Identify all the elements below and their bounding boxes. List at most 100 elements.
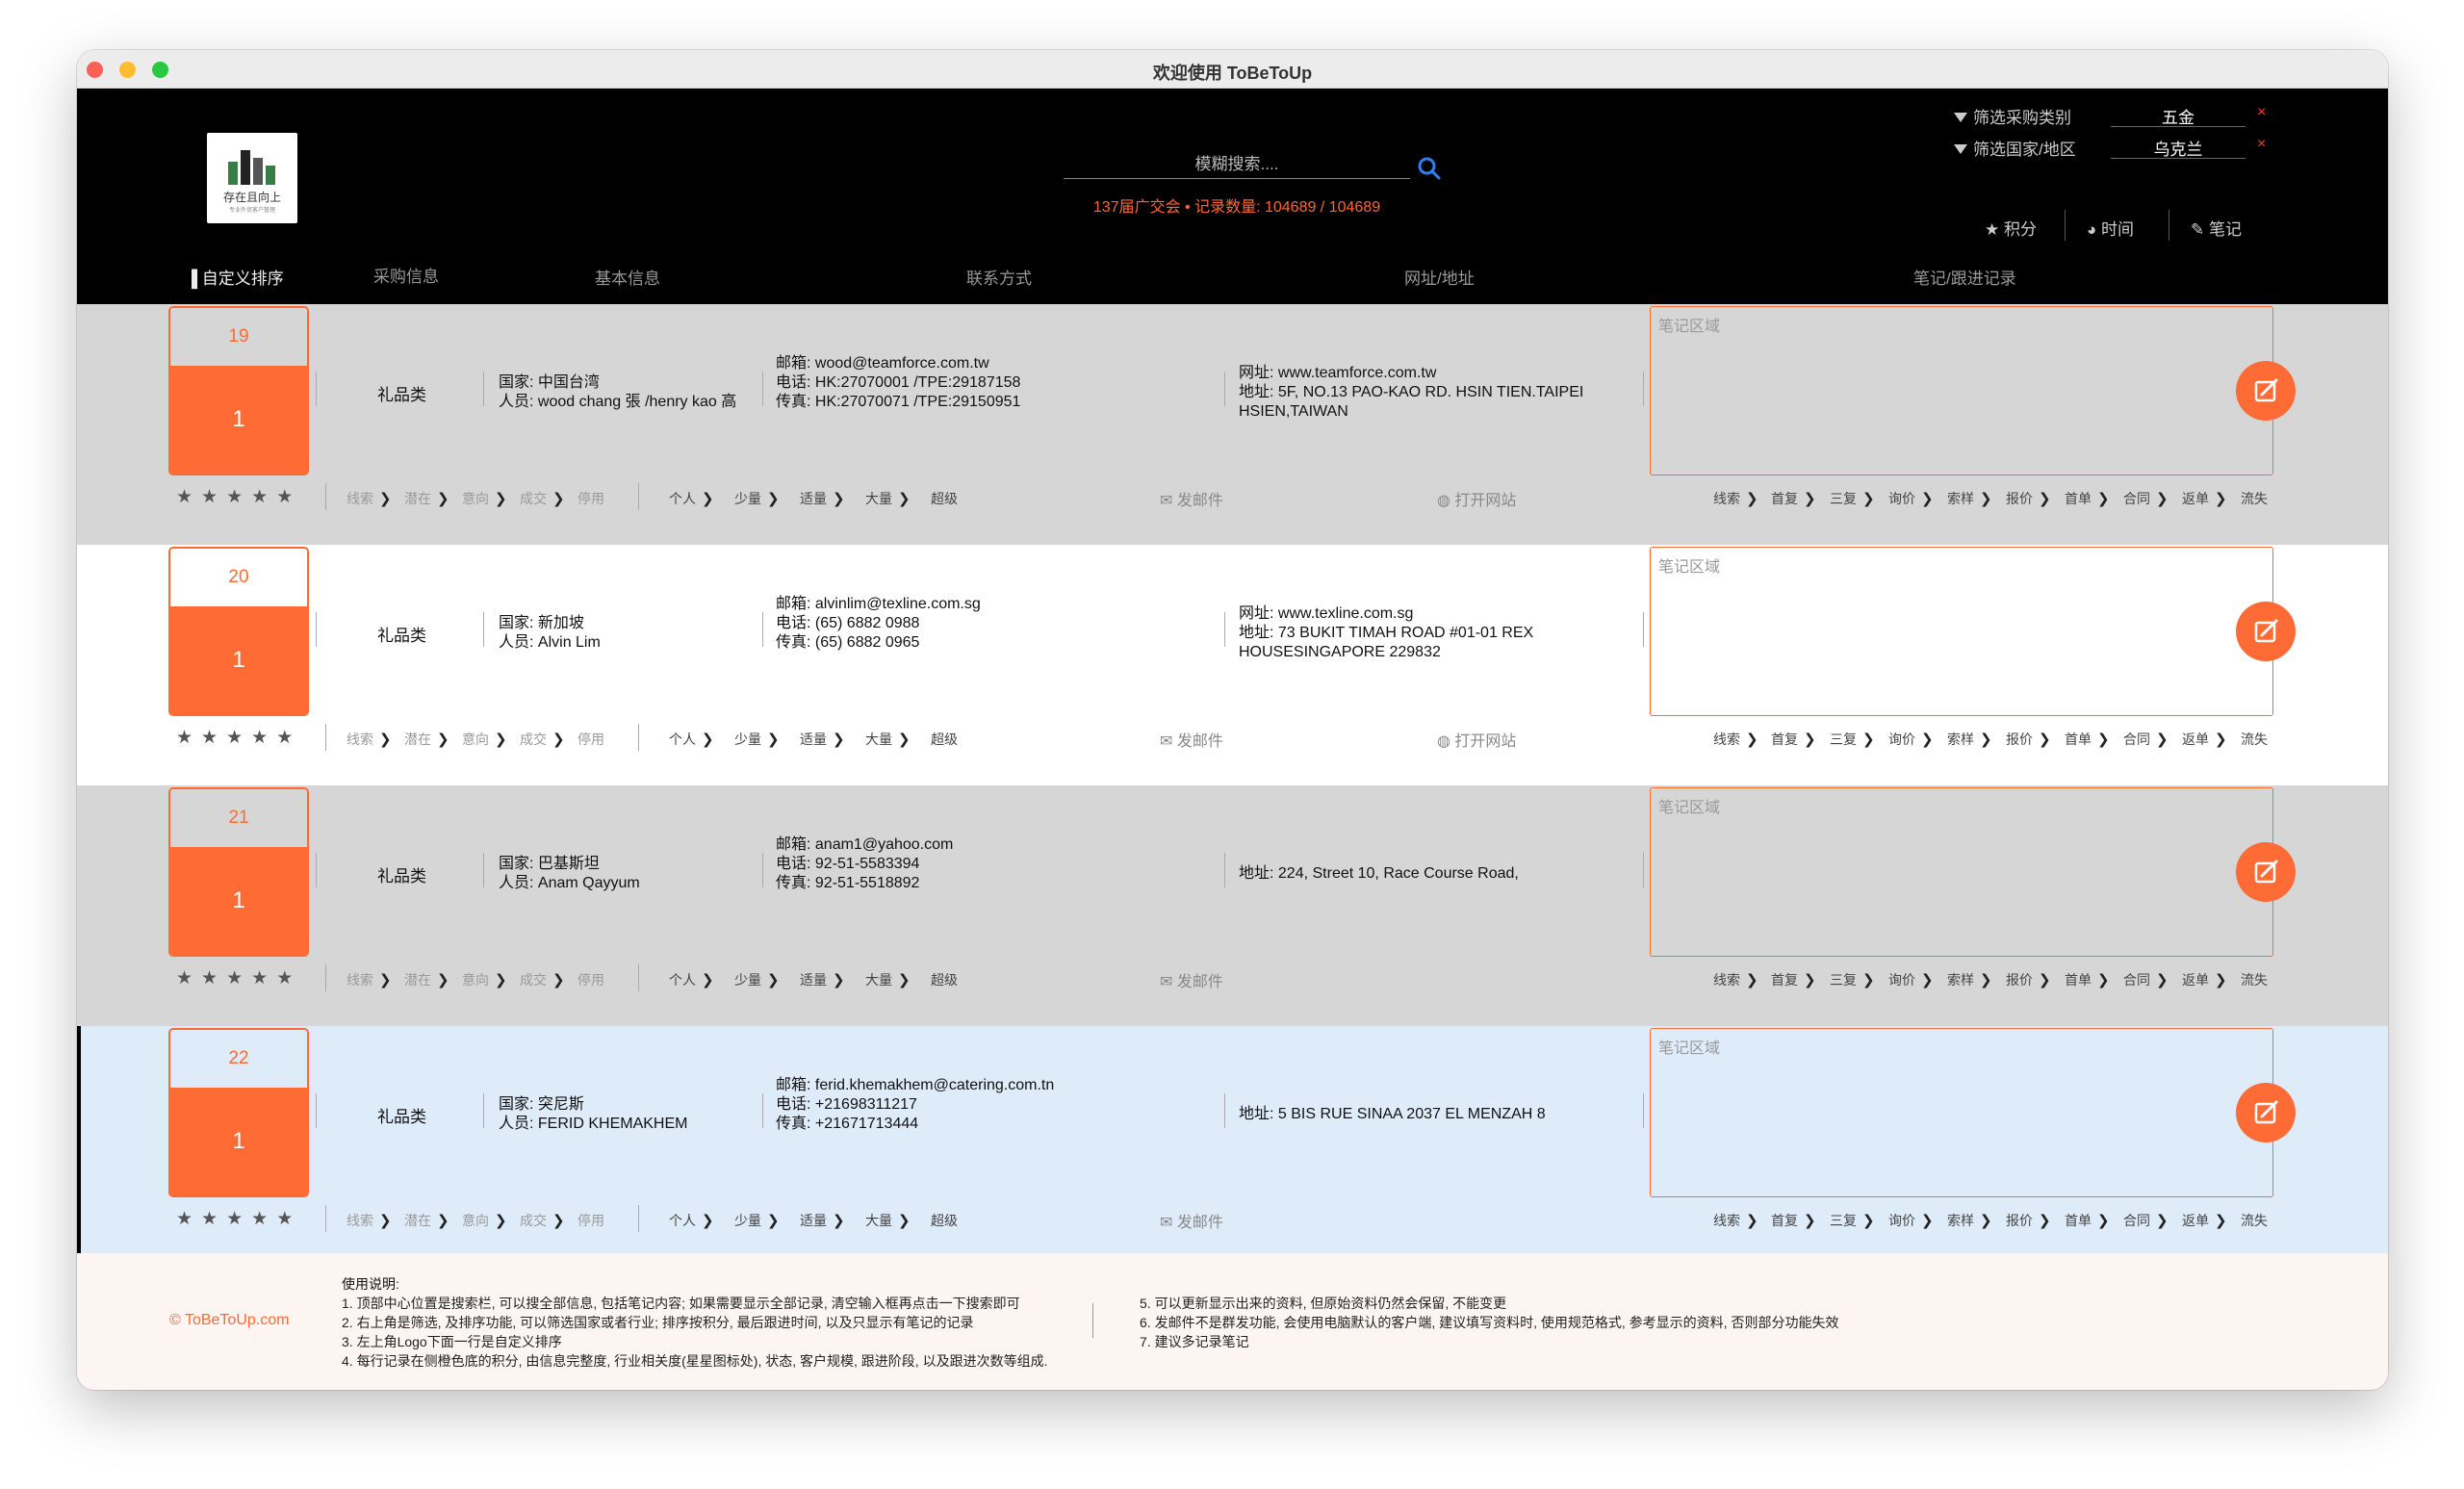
rating-stars[interactable]: ★ ★ ★ ★ ★ <box>176 967 301 989</box>
size-chip[interactable]: 大量 ❯ <box>865 1211 911 1230</box>
followup-chip[interactable]: 线索 ❯ <box>1713 489 1758 508</box>
notes-area[interactable] <box>1650 1028 2273 1197</box>
notes-area[interactable] <box>1650 547 2273 716</box>
followup-chip[interactable]: 三复 ❯ <box>1830 730 1875 749</box>
notes-area[interactable] <box>1650 787 2273 957</box>
stage-chip[interactable]: 成交 ❯ <box>520 1211 565 1230</box>
stage-chip[interactable]: 意向 ❯ <box>462 489 507 508</box>
stage-chip[interactable]: 意向 ❯ <box>462 970 507 989</box>
notes-input[interactable] <box>1651 548 2272 715</box>
notes-input[interactable] <box>1651 788 2272 956</box>
followup-chip[interactable]: 首单 ❯ <box>2065 1211 2110 1230</box>
open-website-button[interactable]: ◍ 打开网站 <box>1437 487 1516 510</box>
followup-chip[interactable]: 索样 ❯ <box>1947 970 1992 989</box>
followup-chip[interactable]: 返单 ❯ <box>2182 489 2227 508</box>
followup-chip[interactable]: 索样 ❯ <box>1947 1211 1992 1230</box>
filter-country-value[interactable]: 乌克兰 <box>2111 136 2246 159</box>
size-chip[interactable]: 超级 <box>931 730 958 749</box>
edit-record-button[interactable] <box>2236 1083 2296 1142</box>
rating-stars[interactable]: ★ ★ ★ ★ ★ <box>176 1208 301 1230</box>
followup-chip[interactable]: 首复 ❯ <box>1771 970 1816 989</box>
stage-chip[interactable]: 成交 ❯ <box>520 970 565 989</box>
stage-chip[interactable]: 停用 <box>578 730 604 749</box>
size-chip[interactable]: 少量 ❯ <box>734 489 780 508</box>
stage-chip[interactable]: 线索 ❯ <box>346 730 392 749</box>
score-card[interactable]: 20 1 <box>168 547 309 716</box>
stage-chip[interactable]: 线索 ❯ <box>346 489 392 508</box>
edit-record-button[interactable] <box>2236 361 2296 421</box>
size-chip[interactable]: 个人 ❯ <box>669 970 714 989</box>
size-chip[interactable]: 大量 ❯ <box>865 730 911 749</box>
open-website-button[interactable]: ◍ 打开网站 <box>1437 728 1516 751</box>
search-input[interactable] <box>1064 150 1410 178</box>
followup-chip[interactable]: 线索 ❯ <box>1713 1211 1758 1230</box>
followup-chip[interactable]: 报价 ❯ <box>2006 730 2051 749</box>
notes-input[interactable] <box>1651 307 2272 475</box>
column-custom-sort[interactable]: ▐ 自定义排序 <box>186 265 284 289</box>
size-chip[interactable]: 大量 ❯ <box>865 489 911 508</box>
size-chip[interactable]: 适量 ❯ <box>800 1211 845 1230</box>
stage-chip[interactable]: 线索 ❯ <box>346 1211 392 1230</box>
followup-chip[interactable]: 索样 ❯ <box>1947 489 1992 508</box>
stage-chip[interactable]: 潜在 ❯ <box>404 730 449 749</box>
edit-record-button[interactable] <box>2236 842 2296 902</box>
score-card[interactable]: 21 1 <box>168 787 309 957</box>
record-row[interactable]: 19 1 礼品类 国家: 中国台湾 人员: wood chang 張 /henr… <box>77 304 2388 545</box>
followup-chip[interactable]: 线索 ❯ <box>1713 730 1758 749</box>
followup-chip[interactable]: 流失 <box>2241 489 2268 508</box>
filter-category[interactable]: 筛选采购类别 五金 × <box>1954 104 2266 127</box>
followup-chip[interactable]: 报价 ❯ <box>2006 489 2051 508</box>
stage-chip[interactable]: 潜在 ❯ <box>404 970 449 989</box>
stage-chip[interactable]: 停用 <box>578 489 604 508</box>
followup-chip[interactable]: 返单 ❯ <box>2182 730 2227 749</box>
followup-chip[interactable]: 三复 ❯ <box>1830 489 1875 508</box>
followup-chip[interactable]: 流失 <box>2241 1211 2268 1230</box>
record-row-selected[interactable]: 22 1 礼品类 国家: 突尼斯 人员: FERID KHEMAKHEM 邮箱:… <box>77 1026 2388 1267</box>
notes-input[interactable] <box>1651 1029 2272 1196</box>
size-chip[interactable]: 适量 ❯ <box>800 730 845 749</box>
followup-chip[interactable]: 报价 ❯ <box>2006 1211 2051 1230</box>
sort-score-button[interactable]: ★ 积分 <box>1985 216 2037 240</box>
stage-chip[interactable]: 成交 ❯ <box>520 489 565 508</box>
size-chip[interactable]: 个人 ❯ <box>669 489 714 508</box>
size-chip[interactable]: 少量 ❯ <box>734 970 780 989</box>
stage-chip[interactable]: 停用 <box>578 1211 604 1230</box>
stage-chip[interactable]: 成交 ❯ <box>520 730 565 749</box>
edit-record-button[interactable] <box>2236 602 2296 661</box>
size-chip[interactable]: 超级 <box>931 970 958 989</box>
filter-country[interactable]: 筛选国家/地区 乌克兰 × <box>1954 136 2266 159</box>
size-chip[interactable]: 超级 <box>931 489 958 508</box>
notes-area[interactable] <box>1650 306 2273 475</box>
score-card[interactable]: 19 1 <box>168 306 309 475</box>
followup-chip[interactable]: 首单 ❯ <box>2065 489 2110 508</box>
stage-chip[interactable]: 意向 ❯ <box>462 1211 507 1230</box>
record-row[interactable]: 20 1 礼品类 国家: 新加坡 人员: Alvin Lim 邮箱: alvin… <box>77 545 2388 785</box>
filter-country-clear-icon[interactable]: × <box>2257 136 2266 153</box>
filter-category-clear-icon[interactable]: × <box>2257 104 2266 121</box>
followup-chip[interactable]: 返单 ❯ <box>2182 1211 2227 1230</box>
size-chip[interactable]: 大量 ❯ <box>865 970 911 989</box>
size-chip[interactable]: 适量 ❯ <box>800 489 845 508</box>
size-chip[interactable]: 适量 ❯ <box>800 970 845 989</box>
sort-notes-button[interactable]: ✎ 笔记 <box>2191 216 2242 240</box>
followup-chip[interactable]: 合同 ❯ <box>2123 970 2169 989</box>
stage-chip[interactable]: 停用 <box>578 970 604 989</box>
followup-chip[interactable]: 报价 ❯ <box>2006 970 2051 989</box>
filter-category-value[interactable]: 五金 <box>2111 104 2246 127</box>
followup-chip[interactable]: 返单 ❯ <box>2182 970 2227 989</box>
send-email-button[interactable]: ✉ 发邮件 <box>1160 968 1223 991</box>
size-chip[interactable]: 个人 ❯ <box>669 730 714 749</box>
followup-chip[interactable]: 询价 ❯ <box>1888 1211 1934 1230</box>
followup-chip[interactable]: 三复 ❯ <box>1830 1211 1875 1230</box>
size-chip[interactable]: 超级 <box>931 1211 958 1230</box>
sort-time-button[interactable]: ◕ 时间 <box>2087 216 2134 240</box>
search-icon[interactable] <box>1417 156 1442 181</box>
followup-chip[interactable]: 首复 ❯ <box>1771 730 1816 749</box>
followup-chip[interactable]: 索样 ❯ <box>1947 730 1992 749</box>
followup-chip[interactable]: 线索 ❯ <box>1713 970 1758 989</box>
followup-chip[interactable]: 首复 ❯ <box>1771 489 1816 508</box>
score-card[interactable]: 22 1 <box>168 1028 309 1197</box>
followup-chip[interactable]: 三复 ❯ <box>1830 970 1875 989</box>
send-email-button[interactable]: ✉ 发邮件 <box>1160 728 1223 751</box>
followup-chip[interactable]: 首单 ❯ <box>2065 730 2110 749</box>
